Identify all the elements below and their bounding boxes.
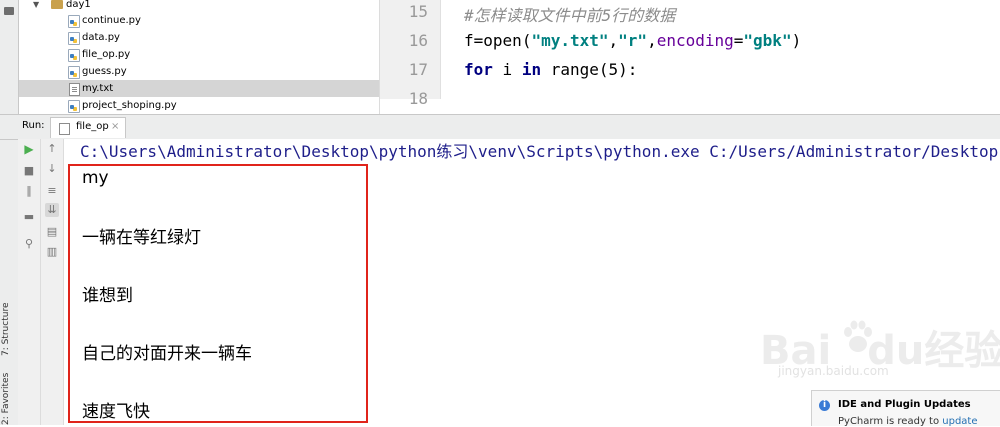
stop-icon[interactable]: ■ [22, 164, 36, 178]
line-number: 17 [408, 60, 428, 79]
python-file-icon [68, 66, 80, 79]
code-editor[interactable]: #怎样读取文件中前5行的数据 f=open("my.txt","r",encod… [441, 0, 1000, 99]
up-arrow-icon[interactable]: ↑ [45, 142, 59, 156]
code-param: encoding [656, 31, 734, 50]
tree-file[interactable]: guess.py [19, 63, 379, 80]
python-file-icon [68, 15, 80, 28]
paw-icon [844, 320, 872, 352]
trash-icon[interactable]: ▥ [45, 245, 59, 259]
line-number-gutter: 15 16 17 18 [380, 0, 441, 108]
code-token: ) [791, 31, 802, 50]
play-icon[interactable]: ▶ [22, 142, 36, 156]
project-folder-icon[interactable] [4, 7, 14, 15]
close-icon[interactable]: × [111, 121, 119, 132]
tree-file[interactable]: file_op.py [19, 46, 379, 63]
run-toolbar-secondary: ↑ ↓ ≡ ⇊ ▤ ▥ [41, 139, 64, 425]
update-link[interactable]: update [942, 416, 977, 427]
favorites-side-tab[interactable]: 2: Favorites [1, 370, 17, 425]
line-number: 16 [408, 31, 428, 50]
text-file-icon [69, 83, 80, 96]
file-label: file_op.py [82, 49, 131, 60]
run-tab-file-op[interactable]: file_op × [50, 117, 126, 138]
watermark-brand-part: 经验 [924, 328, 1000, 374]
project-tree: ▼ day1 continue.py data.py file_op.py gu… [19, 0, 380, 114]
code-token: , [647, 31, 657, 50]
tree-file[interactable]: data.py [19, 29, 379, 46]
file-label: continue.py [82, 15, 141, 26]
print-icon[interactable]: ▤ [45, 225, 59, 239]
tree-file[interactable]: continue.py [19, 12, 379, 29]
run-tab-label: file_op [76, 121, 109, 132]
code-line-for: for i in range(5): [464, 60, 637, 79]
code-token: range(5): [541, 60, 638, 79]
pause-icon[interactable]: ‖ [22, 184, 36, 198]
file-label: my.txt [82, 83, 114, 94]
layout-icon[interactable]: ▬ [22, 210, 36, 224]
run-toolbar-primary: ▶ ■ ‖ ▬ ⚲ [18, 139, 41, 425]
watermark-url: jingyan.baidu.com [778, 364, 889, 378]
folder-icon [51, 0, 63, 9]
structure-side-tab[interactable]: 7: Structure [1, 296, 17, 357]
notification-body: PyCharm is ready to update [838, 416, 978, 427]
code-token: open( [483, 31, 532, 50]
run-tab-bar: Run: file_op × [0, 114, 1000, 140]
python-file-icon [68, 32, 80, 45]
notification-title: IDE and Plugin Updates [838, 399, 971, 410]
notification-text: PyCharm is ready to [838, 416, 943, 427]
file-label: project_shoping.py [82, 100, 177, 111]
file-label: data.py [82, 32, 120, 43]
code-string: "gbk" [743, 31, 792, 50]
left-tool-strip: 7: Structure 2: Favorites [0, 0, 19, 425]
code-token: f [464, 31, 474, 50]
code-string: "my.txt" [531, 31, 609, 50]
code-string: "r" [618, 31, 648, 50]
pin-icon[interactable]: ⚲ [22, 237, 36, 251]
file-label: guess.py [82, 66, 127, 77]
code-comment: #怎样读取文件中前5行的数据 [464, 6, 676, 25]
run-label: Run: [22, 120, 45, 131]
console-command-line: C:\Users\Administrator\Desktop\python练习\… [80, 142, 999, 161]
python-file-icon [68, 100, 80, 113]
line-number: 18 [408, 89, 428, 108]
tree-file-selected[interactable]: my.txt [19, 80, 379, 97]
code-token: = [733, 31, 744, 50]
scroll-to-end-icon[interactable]: ⇊ [45, 203, 59, 217]
code-token: i [492, 60, 522, 79]
code-token: , [608, 31, 619, 50]
line-number: 15 [408, 2, 428, 21]
tree-file[interactable]: project_shoping.py [19, 97, 379, 114]
update-notification[interactable]: i IDE and Plugin Updates PyCharm is read… [811, 390, 1000, 427]
python-file-icon [59, 123, 70, 135]
info-icon: i [819, 400, 830, 411]
output-highlight-box [68, 164, 368, 423]
code-keyword: for [464, 60, 493, 79]
code-line-open: f=open("my.txt","r",encoding="gbk") [464, 31, 801, 50]
down-arrow-icon[interactable]: ↓ [45, 162, 59, 176]
python-file-icon [68, 49, 80, 62]
code-keyword: in [521, 60, 542, 79]
code-token: = [473, 31, 484, 50]
soft-wrap-icon[interactable]: ≡ [45, 184, 59, 198]
